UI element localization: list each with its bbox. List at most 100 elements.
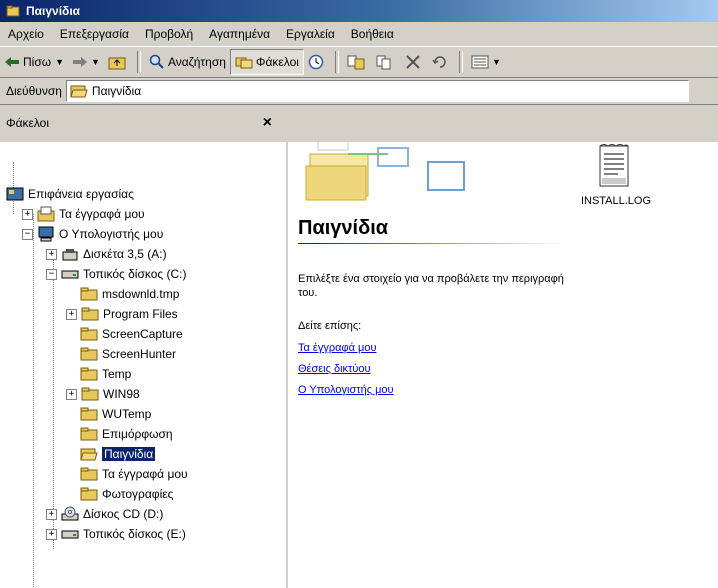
up-button[interactable] — [104, 50, 133, 74]
floppy-icon — [62, 249, 78, 261]
folder-icon — [81, 307, 99, 321]
tree-item-screencapture[interactable]: ScreenCapture — [80, 324, 183, 344]
tree-item-msdownld[interactable]: msdownld.tmp — [80, 284, 179, 304]
move-to-icon — [347, 55, 365, 70]
folder-window-icon — [6, 5, 20, 17]
collapse-icon[interactable]: − — [22, 228, 33, 240]
forward-arrow-icon — [73, 57, 88, 67]
forward-dropdown-icon[interactable]: ▼ — [91, 57, 100, 67]
folders-pane: Επιφάνεια εργασίας + Τα έγγραφά μου − Ο … — [0, 142, 288, 588]
move-to-button[interactable] — [343, 50, 372, 74]
folders-pane-header: Φάκελοι × — [0, 105, 286, 141]
menu-favorites[interactable]: Αγαπημένα — [201, 27, 278, 41]
close-icon[interactable]: × — [263, 114, 286, 132]
folders-icon — [235, 57, 253, 69]
back-button[interactable]: Πίσω ▼ — [0, 50, 68, 74]
folder-up-icon — [108, 57, 126, 70]
title-underline — [298, 243, 568, 244]
menu-file[interactable]: Αρχείο — [0, 27, 52, 41]
views-dropdown-icon[interactable]: ▼ — [492, 57, 501, 67]
file-name[interactable]: INSTALL.LOG — [566, 195, 666, 207]
history-button[interactable] — [304, 50, 331, 74]
menu-bar: Αρχείο Επεξεργασία Προβολή Αγαπημένα Εργ… — [0, 22, 718, 47]
link-network-places[interactable]: Θέσεις δικτύου — [298, 363, 371, 375]
expand-icon[interactable]: + — [46, 528, 57, 540]
address-field[interactable]: Παιγνίδια — [65, 80, 689, 102]
expand-icon[interactable]: + — [46, 248, 57, 260]
text-file-icon[interactable] — [594, 144, 634, 188]
folder-icon — [80, 327, 98, 341]
folder-icon — [80, 407, 98, 421]
back-arrow-icon — [5, 57, 19, 67]
address-bar: Διεύθυνση Παιγνίδια — [0, 78, 718, 105]
menu-view[interactable]: Προβολή — [137, 27, 201, 41]
folder-banner-icon — [305, 142, 465, 201]
link-my-computer[interactable]: Ο Υπολογιστής μου — [298, 384, 394, 396]
delete-button[interactable] — [401, 50, 428, 74]
tree-item-win98[interactable]: + WIN98 — [66, 384, 140, 404]
tree-item-games[interactable]: Παιγνίδια — [80, 444, 156, 464]
address-value: Παιγνίδια — [91, 84, 142, 98]
history-icon — [308, 54, 324, 70]
open-folder-icon — [70, 85, 88, 98]
tree-item-drive-e[interactable]: + Τοπικός δίσκος (E:) — [46, 524, 186, 544]
tree-item-cd-drive[interactable]: + Δίσκος CD (D:) — [46, 504, 163, 524]
expand-icon[interactable]: + — [22, 208, 33, 220]
folder-icon — [80, 287, 98, 301]
views-icon — [471, 55, 489, 69]
folder-icon — [80, 467, 98, 481]
computer-icon — [38, 226, 54, 242]
folder-icon — [80, 427, 98, 441]
back-dropdown-icon[interactable]: ▼ — [55, 57, 64, 67]
menu-edit[interactable]: Επεξεργασία — [52, 27, 137, 41]
tree-item-screenhunter[interactable]: ScreenHunter — [80, 344, 176, 364]
folder-icon — [80, 367, 98, 381]
delete-icon — [406, 55, 420, 69]
tree-item-my-docs-c[interactable]: Τα έγγραφά μου — [80, 464, 188, 484]
documents-folder-icon — [37, 206, 55, 222]
desktop-icon — [6, 187, 24, 201]
folders-button[interactable]: Φάκελοι — [229, 49, 304, 75]
expand-icon[interactable]: + — [66, 388, 77, 400]
tree-item-floppy[interactable]: + Δισκέτα 3,5 (A:) — [46, 244, 167, 264]
title-bar: Παιγνίδια — [0, 0, 718, 22]
menu-tools[interactable]: Εργαλεία — [278, 27, 343, 41]
tree-item-photos[interactable]: Φωτογραφίες — [80, 484, 173, 504]
toolbar-separator — [334, 51, 339, 73]
address-label: Διεύθυνση — [6, 84, 62, 98]
tree-item-program-files[interactable]: + Program Files — [66, 304, 178, 324]
tree-line — [33, 214, 34, 588]
open-folder-icon — [80, 448, 98, 461]
forward-button[interactable]: ▼ — [68, 50, 104, 74]
tree-item-epimorfosi[interactable]: Επιμόρφωση — [80, 424, 173, 444]
expand-icon[interactable]: + — [66, 308, 77, 320]
cd-drive-icon — [61, 506, 79, 521]
search-button[interactable]: Αναζήτηση — [145, 50, 230, 74]
drive-icon — [61, 530, 79, 539]
folders-pane-title: Φάκελοι — [6, 116, 50, 130]
menu-help[interactable]: Βοήθεια — [343, 27, 402, 41]
folder-description: Επιλέξτε ένα στοιχείο για να προβάλετε τ… — [298, 273, 564, 299]
window-title: Παιγνίδια — [26, 4, 81, 18]
toolbar-separator — [136, 51, 141, 73]
drive-icon — [61, 270, 79, 279]
folder-title: Παιγνίδια — [298, 217, 389, 239]
expand-icon[interactable]: + — [46, 508, 57, 520]
tree-item-temp[interactable]: Temp — [80, 364, 131, 384]
undo-button[interactable] — [428, 50, 455, 74]
collapse-icon[interactable]: − — [46, 268, 57, 280]
tree-item-my-computer[interactable]: − Ο Υπολογιστής μου — [22, 224, 163, 244]
content-pane: Παιγνίδια Επιλέξτε ένα στοιχείο για να π… — [288, 142, 718, 588]
copy-to-button[interactable] — [372, 50, 401, 74]
undo-icon — [432, 56, 446, 68]
tree-item-my-documents[interactable]: + Τα έγγραφά μου — [22, 204, 145, 224]
search-icon — [149, 54, 164, 69]
copy-to-icon — [376, 55, 391, 70]
folder-icon — [80, 347, 98, 361]
views-button[interactable]: ▼ — [467, 50, 505, 74]
link-my-documents[interactable]: Τα έγγραφά μου — [298, 342, 376, 354]
see-also-label: Δείτε επίσης: — [298, 320, 362, 332]
tree-item-drive-c[interactable]: − Τοπικός δίσκος (C:) — [46, 264, 187, 284]
tree-item-desktop[interactable]: Επιφάνεια εργασίας — [6, 184, 134, 204]
tree-item-wutemp[interactable]: WUTemp — [80, 404, 151, 424]
